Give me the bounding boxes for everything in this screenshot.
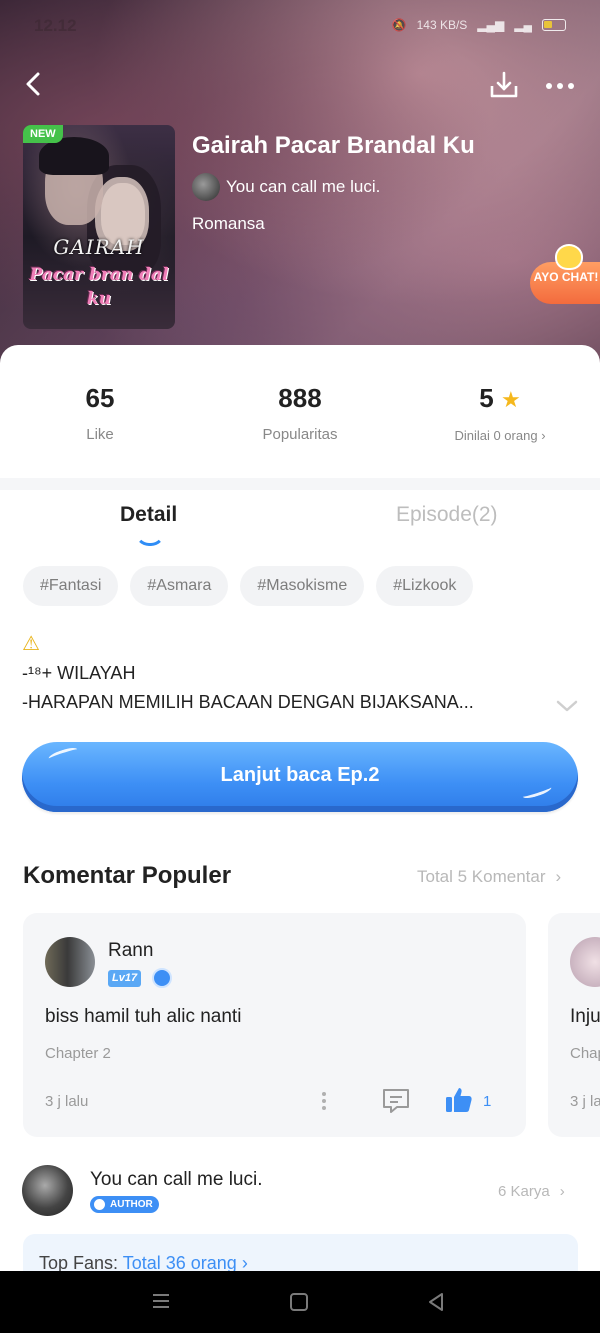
chevron-right-icon: › [541, 428, 546, 443]
triangle-back-icon [429, 1293, 443, 1311]
smiley-icon [555, 244, 583, 270]
vip-badge-icon [152, 968, 172, 988]
hero-header: 12.12 🔕 143 KB/S ▂▄▆ ▂▄ GAIRAH Pacar bra… [0, 0, 600, 370]
tag-lizkook[interactable]: #Lizkook [376, 566, 474, 606]
signal2-icon: ▂▄ [514, 18, 532, 32]
net-speed: 143 KB/S [416, 18, 468, 32]
download-icon [490, 71, 518, 98]
tag-list: #Fantasi #Asmara #Masokisme #Lizkook [23, 566, 474, 606]
divider [0, 478, 600, 490]
book-title: Gairah Pacar Brandal Ku [192, 132, 475, 159]
chevron-down-icon [556, 700, 578, 712]
warning-icon: ⚠ [22, 633, 40, 655]
genre-label[interactable]: Romansa [192, 214, 265, 234]
avatar[interactable] [570, 937, 600, 987]
comment-text: Inju [570, 1006, 600, 1027]
cover-title-line2: Pacar bran dal ku [29, 265, 169, 309]
home-button[interactable] [290, 1293, 308, 1311]
tag-asmara[interactable]: #Asmara [130, 566, 229, 606]
like-button[interactable] [444, 1085, 474, 1115]
pen-icon [92, 1197, 107, 1212]
chevron-right-icon: › [555, 867, 562, 886]
recent-apps-button[interactable] [151, 1291, 171, 1311]
menu-icon [153, 1294, 169, 1308]
tag-masokisme[interactable]: #Masokisme [240, 566, 365, 606]
new-badge: NEW [23, 125, 63, 143]
comments-title: Komentar Populer [23, 862, 232, 889]
reply-button[interactable] [381, 1087, 411, 1115]
all-comments-link[interactable]: Total 5 Komentar › [417, 867, 561, 887]
rating-value: 5 [479, 383, 494, 413]
tag-fantasi[interactable]: #Fantasi [23, 566, 119, 606]
likes-count: 65 [85, 383, 115, 413]
comment-user[interactable]: Rann [108, 940, 153, 962]
back-button[interactable] [18, 66, 54, 102]
avatar [22, 1165, 73, 1216]
stats-row: 65 Like 888 Popularitas 5 ★ Dinilai 0 or… [0, 380, 600, 460]
level-badge: Lv17 [108, 970, 142, 987]
comment-time: 3 j lalu [45, 1093, 89, 1110]
popularity-label: Popularitas [262, 426, 338, 443]
status-bar: 12.12 🔕 143 KB/S ▂▄▆ ▂▄ [0, 0, 600, 52]
stat-likes: 65 Like [0, 380, 200, 443]
works-count: 6 Karya [498, 1183, 550, 1200]
star-icon: ★ [500, 387, 521, 412]
stat-rating[interactable]: 5 ★ Dinilai 0 orang › [400, 380, 600, 443]
comment-text: biss hamil tuh alic nanti [45, 1006, 242, 1027]
author-name: You can call me luci. [90, 1169, 263, 1190]
comment-card[interactable]: Rann Lv17 biss hamil tuh alic nanti Chap… [23, 913, 526, 1137]
continue-reading-button[interactable]: Lanjut baca Ep.2 [22, 742, 578, 812]
stat-popularity: 888 Popularitas [200, 380, 400, 443]
author-row[interactable]: You can call me luci. [192, 173, 380, 201]
comment-chapter[interactable]: Chapter 2 [45, 1045, 111, 1062]
status-icons: 🔕 143 KB/S ▂▄▆ ▂▄ [392, 18, 566, 32]
thumbs-up-icon [446, 1088, 472, 1112]
author-block[interactable]: You can call me luci. AUTHOR 6 Karya › [22, 1165, 578, 1217]
description-line1: -¹⁸+ WILAYAH [22, 663, 136, 683]
like-count: 1 [483, 1093, 492, 1110]
top-fans-link[interactable]: Total 36 orang [123, 1253, 237, 1273]
popularity-count: 888 [278, 383, 322, 413]
comment-chapter[interactable]: Chap [570, 1045, 600, 1062]
rating-label: Dinilai 0 orang [454, 428, 538, 443]
top-fans-label: Top Fans: [39, 1253, 119, 1273]
signal-icon: ▂▄▆ [477, 18, 505, 32]
nav-back-button[interactable] [425, 1291, 447, 1313]
comment-time: 3 j la [570, 1093, 600, 1110]
works-link[interactable]: 6 Karya › [498, 1183, 565, 1200]
all-comments-label: Total 5 Komentar [417, 867, 546, 886]
system-nav-bar [0, 1271, 600, 1333]
author-name: You can call me luci. [226, 177, 381, 196]
tab-detail[interactable]: Detail [120, 503, 177, 527]
continue-reading-label: Lanjut baca Ep.2 [220, 764, 380, 786]
cover-title-line1: GAIRAH [53, 235, 145, 259]
comment-more-button[interactable] [316, 1089, 332, 1113]
status-time: 12.12 [34, 16, 77, 35]
likes-label: Like [86, 426, 114, 443]
tab-episode[interactable]: Episode(2) [396, 503, 498, 527]
chevron-right-icon: › [241, 1253, 248, 1273]
more-vertical-icon [322, 1092, 326, 1110]
book-cover[interactable]: GAIRAH Pacar bran dal ku [23, 125, 175, 329]
comment-icon [383, 1089, 409, 1113]
ayo-chat-button[interactable]: AYO CHAT! [530, 244, 600, 306]
avatar[interactable] [45, 937, 95, 987]
comment-card[interactable]: Inju Chap 3 j la [548, 913, 600, 1137]
battery-icon [542, 19, 566, 31]
chevron-left-icon [26, 72, 40, 96]
more-dots-icon [546, 83, 552, 89]
avatar [192, 173, 220, 201]
download-button[interactable] [487, 68, 521, 102]
description[interactable]: ⚠ -¹⁸+ WILAYAH -HARAPAN MEMILIH BACAAN D… [22, 630, 474, 717]
expand-button[interactable] [555, 696, 579, 716]
more-button[interactable] [541, 70, 579, 102]
mute-icon: 🔕 [391, 18, 407, 32]
chevron-right-icon: › [559, 1183, 565, 1200]
description-line2: -HARAPAN MEMILIH BACAAN DENGAN BIJAKSANA… [22, 692, 474, 712]
